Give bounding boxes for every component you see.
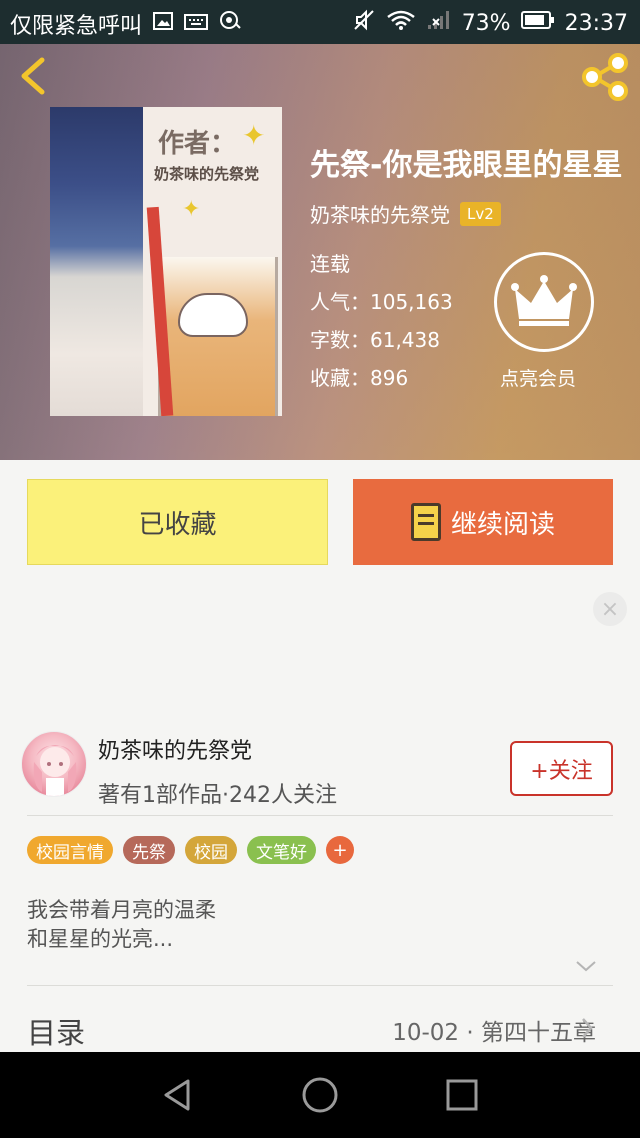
cover-author-label: 作者： (158, 129, 237, 159)
book-cover[interactable]: 作者： ✦ 奶茶味的先祭党 ✦ (50, 107, 282, 416)
close-icon[interactable]: × (593, 592, 627, 626)
battery-percent: 73% (461, 10, 511, 36)
intro-line: 我会带着月亮的温柔 (27, 898, 216, 922)
signal-icon (426, 9, 452, 37)
avatar[interactable] (21, 731, 87, 797)
book-icon (410, 503, 441, 541)
tag-campus[interactable]: 校园 (185, 836, 237, 864)
back-arrow-icon[interactable] (12, 52, 56, 100)
tag-campus-romance[interactable]: 校园言情 (27, 836, 113, 864)
system-nav-bar (0, 1052, 640, 1138)
continue-reading-label: 继续阅读 (450, 509, 555, 540)
follow-label: +关注 (530, 758, 593, 784)
image-icon (152, 10, 174, 38)
toc-label[interactable]: 目录 (27, 1010, 85, 1052)
bunny-illustration (178, 293, 248, 337)
status-bar: 仅限紧急呼叫 73% 23:37 (0, 0, 640, 44)
chevron-down-icon[interactable] (574, 958, 598, 974)
intro-line: 和星星的光亮... (27, 927, 174, 951)
clock: 23:37 (564, 10, 628, 36)
share-icon[interactable] (580, 52, 630, 102)
divider (27, 815, 613, 816)
tag-xianji[interactable]: 先祭 (123, 836, 175, 864)
sparkle-icon: ✦ (242, 119, 266, 152)
nav-recents-icon[interactable] (442, 1075, 482, 1115)
book-author[interactable]: 奶茶味的先祭党 Lv2 (310, 199, 501, 228)
battery-icon (520, 10, 555, 36)
book-intro[interactable]: 我会带着月亮的温柔 和星星的光亮... (27, 896, 216, 954)
chat-icon (218, 10, 242, 38)
collected-label: 已收藏 (138, 509, 217, 540)
book-title: 先祭-你是我眼里的星星 (310, 148, 623, 183)
continue-reading-button[interactable]: 继续阅读 (353, 479, 613, 565)
latest-chapter[interactable]: 10-02 · 第四十五章 (392, 1013, 596, 1047)
add-tag-button[interactable]: + (326, 836, 354, 864)
tag-good-writing[interactable]: 文笔好 (247, 836, 316, 864)
vip-crown-button[interactable] (494, 252, 594, 352)
book-author-name: 奶茶味的先祭党 (310, 203, 450, 227)
author-name[interactable]: 奶茶味的先祭党 (98, 733, 252, 765)
word-count-stat: 字数：61,438 (310, 328, 440, 352)
chevron-right-icon[interactable] (580, 1016, 594, 1040)
carrier-text: 仅限紧急呼叫 (10, 14, 143, 39)
author-meta: 著有1部作品·242人关注 (98, 783, 337, 808)
cover-author-name: 奶茶味的先祭党 (154, 165, 260, 183)
sparkle-icon: ✦ (182, 197, 201, 222)
popularity-stat: 人气：105,163 (310, 290, 453, 314)
favorites-stat: 收藏：896 (310, 366, 409, 390)
tag-list: 校园言情 先祭 校园 文笔好 + (27, 836, 354, 864)
follow-button[interactable]: +关注 (510, 741, 613, 796)
cover-character-art (50, 107, 143, 416)
level-badge: Lv2 (460, 201, 501, 226)
collected-button[interactable]: 已收藏 (27, 479, 328, 565)
wifi-icon (386, 9, 416, 37)
vip-label[interactable]: 点亮会员 (500, 364, 576, 391)
crown-icon (511, 275, 577, 326)
book-status: 连载 (310, 252, 350, 276)
nav-back-icon[interactable] (158, 1075, 198, 1115)
keyboard-icon (184, 12, 209, 37)
nav-home-icon[interactable] (300, 1075, 340, 1115)
mute-icon (352, 8, 376, 38)
divider (27, 985, 613, 986)
